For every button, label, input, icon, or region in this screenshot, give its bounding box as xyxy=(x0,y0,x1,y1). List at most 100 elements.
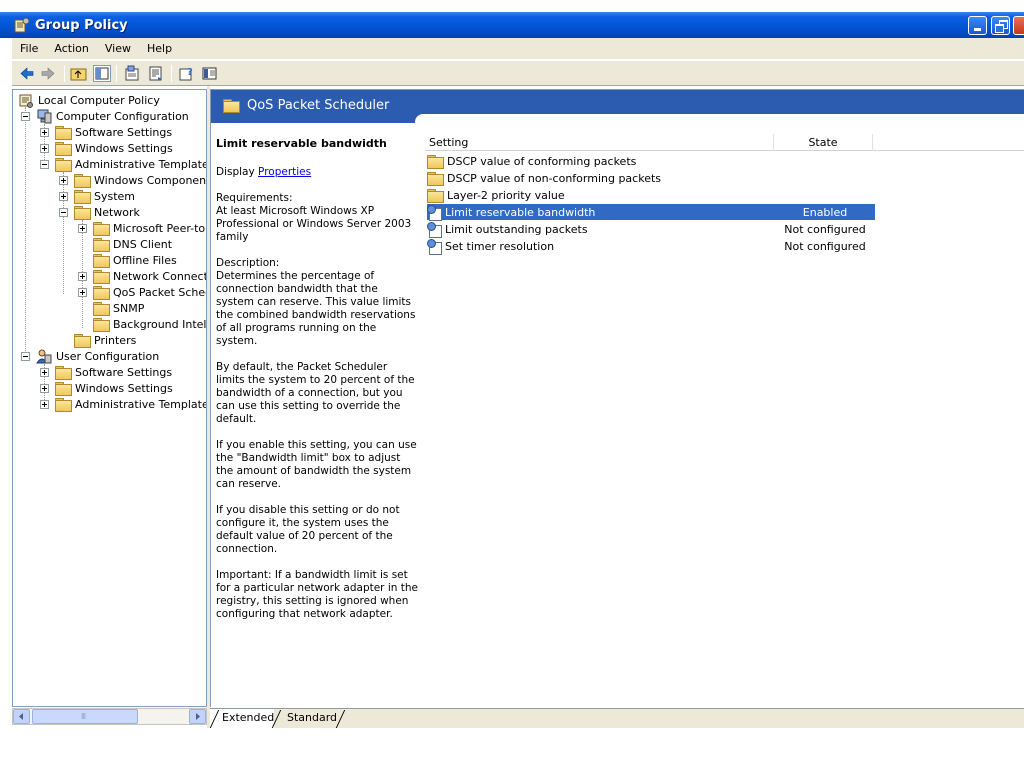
expand-icon[interactable] xyxy=(40,368,49,377)
policy-setting-icon xyxy=(427,221,443,238)
folder-icon xyxy=(55,381,72,396)
group-policy-icon xyxy=(14,17,30,33)
tree-microsoft-peer-to-peer[interactable]: Microsoft Peer-to-Peer Networking Servic… xyxy=(93,220,206,236)
console-tree[interactable]: Local Computer Policy Computer Configura… xyxy=(12,89,207,707)
tree-offline-files[interactable]: Offline Files xyxy=(93,252,179,268)
tree-network-connections[interactable]: Network Connections xyxy=(93,268,206,284)
toolbar: ? xyxy=(12,60,1024,86)
setting-heading: Limit reservable bandwidth xyxy=(216,137,387,150)
menu-file[interactable]: File xyxy=(12,42,46,55)
expand-icon[interactable] xyxy=(78,272,87,281)
tab-standard[interactable]: Standard xyxy=(276,709,346,728)
help-icon[interactable]: ? xyxy=(178,65,196,82)
tree-cc-windows-settings[interactable]: Windows Settings xyxy=(55,140,175,156)
folder-icon xyxy=(93,301,110,316)
collapse-icon[interactable] xyxy=(21,352,30,361)
expand-icon[interactable] xyxy=(59,192,68,201)
details-header-title: QoS Packet Scheduler xyxy=(223,98,389,113)
svg-text:?: ? xyxy=(187,67,193,78)
tree-qos-packet-scheduler[interactable]: QoS Packet Scheduler xyxy=(93,284,206,300)
properties-icon[interactable] xyxy=(123,65,141,82)
description-paragraph-3: If you enable this setting, you can use … xyxy=(216,439,417,490)
tree-user-configuration[interactable]: User Configuration xyxy=(36,348,161,364)
list-item[interactable]: Layer-2 priority value xyxy=(427,187,875,203)
tree-uc-administrative-templates[interactable]: Administrative Templates xyxy=(55,396,206,412)
scrollbar-grip: III xyxy=(81,712,86,721)
folder-icon xyxy=(55,397,72,412)
expand-icon[interactable] xyxy=(78,288,87,297)
expand-icon[interactable] xyxy=(40,128,49,137)
minimize-icon[interactable] xyxy=(968,16,987,35)
menu-help[interactable]: Help xyxy=(139,42,180,55)
tree-printers[interactable]: Printers xyxy=(74,332,138,348)
forward-arrow-icon[interactable] xyxy=(39,65,57,82)
show-hide-description-icon[interactable] xyxy=(201,65,219,82)
list-item[interactable]: DSCP value of conforming packets xyxy=(427,153,875,169)
expand-icon[interactable] xyxy=(40,144,49,153)
tree-computer-configuration[interactable]: Computer Configuration xyxy=(36,108,191,124)
close-icon[interactable] xyxy=(1013,16,1024,35)
list-item[interactable]: DSCP value of non-conforming packets xyxy=(427,170,875,186)
tree-cc-administrative-templates[interactable]: Administrative Templates xyxy=(55,156,206,172)
tree-cc-software-settings[interactable]: Software Settings xyxy=(55,124,174,140)
details-pane: QoS Packet Scheduler Limit reservable ba… xyxy=(210,89,1024,707)
folder-open-icon xyxy=(93,285,110,300)
properties-link[interactable]: Properties xyxy=(258,166,311,178)
folder-icon xyxy=(93,269,110,284)
tree-network[interactable]: Network xyxy=(74,204,142,220)
tree-background-intelligent-transfer[interactable]: Background Intelligent Transfer Service xyxy=(93,316,206,332)
collapse-icon[interactable] xyxy=(59,208,68,217)
tree-system[interactable]: System xyxy=(74,188,137,204)
title-bar[interactable]: Group Policy xyxy=(0,12,1024,38)
folder-icon xyxy=(74,333,91,348)
collapse-icon[interactable] xyxy=(40,160,49,169)
expand-icon[interactable] xyxy=(78,224,87,233)
tree-horizontal-scrollbar[interactable]: III xyxy=(12,708,207,725)
column-header-setting[interactable]: Setting xyxy=(429,134,773,151)
description-paragraph-5: Important: If a bandwidth limit is set f… xyxy=(216,569,418,620)
list-header: Setting State xyxy=(425,134,1024,151)
folder-icon xyxy=(55,125,72,140)
list-item[interactable]: Set timer resolution Not configured xyxy=(427,238,875,255)
tree-dns-client[interactable]: DNS Client xyxy=(93,236,174,252)
window-title: Group Policy xyxy=(35,17,128,33)
tree-uc-windows-settings[interactable]: Windows Settings xyxy=(55,380,175,396)
export-list-icon[interactable] xyxy=(147,65,165,82)
tree-windows-components[interactable]: Windows Components xyxy=(74,172,206,188)
restore-icon[interactable] xyxy=(991,16,1010,35)
menu-view[interactable]: View xyxy=(97,42,139,55)
expand-icon[interactable] xyxy=(40,400,49,409)
user-icon xyxy=(36,349,52,364)
menu-action[interactable]: Action xyxy=(46,42,96,55)
folder-icon xyxy=(427,154,444,169)
back-arrow-icon[interactable] xyxy=(18,65,36,82)
tab-extended[interactable]: Extended xyxy=(210,709,274,728)
column-header-state[interactable]: State xyxy=(773,134,873,151)
tree-uc-software-settings[interactable]: Software Settings xyxy=(55,364,174,380)
collapse-icon[interactable] xyxy=(21,112,30,121)
up-folder-icon[interactable] xyxy=(70,65,88,82)
tree-root-local-computer-policy[interactable]: Local Computer Policy xyxy=(18,92,162,108)
show-hide-tree-icon[interactable] xyxy=(93,65,111,82)
expand-icon[interactable] xyxy=(40,384,49,393)
list-item-selected[interactable]: Limit reservable bandwidth Enabled xyxy=(427,204,875,221)
menu-bar: File Action View Help xyxy=(12,38,1024,60)
scrollbar-thumb[interactable]: III xyxy=(32,709,138,724)
folder-icon xyxy=(223,99,240,113)
folder-icon xyxy=(55,141,72,156)
description-paragraph-4: If you disable this setting or do not co… xyxy=(216,504,400,555)
display-properties-line: Display Properties xyxy=(216,166,312,178)
folder-icon xyxy=(93,253,110,268)
policy-setting-icon xyxy=(427,204,443,221)
folder-icon xyxy=(74,189,91,204)
folder-icon xyxy=(93,237,110,252)
expand-icon[interactable] xyxy=(59,176,68,185)
scroll-left-icon[interactable] xyxy=(13,709,30,724)
scroll-right-icon[interactable] xyxy=(189,709,206,724)
list-item[interactable]: Limit outstanding packets Not configured xyxy=(427,221,875,238)
tree-snmp[interactable]: SNMP xyxy=(93,300,146,316)
folder-icon xyxy=(55,365,72,380)
view-tabs: Extended Standard xyxy=(209,708,1024,728)
folder-open-icon xyxy=(74,205,91,220)
description-paragraph-2: By default, the Packet Scheduler limits … xyxy=(216,361,415,425)
